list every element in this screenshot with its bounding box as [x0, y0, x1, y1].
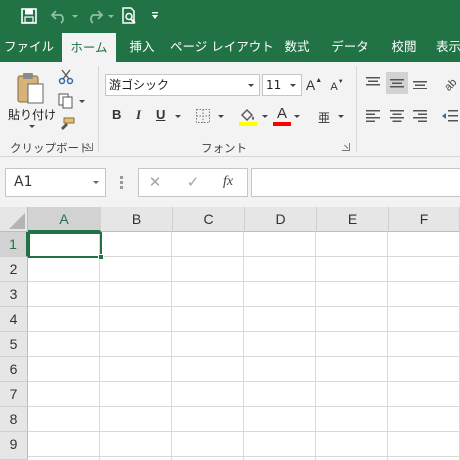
- tab-home[interactable]: ホーム: [62, 33, 116, 62]
- clipboard-launcher-icon[interactable]: [85, 143, 93, 151]
- print-preview-icon[interactable]: [118, 4, 140, 28]
- tab-insert[interactable]: 挿入: [120, 32, 164, 62]
- font-group-label: フォント: [201, 141, 247, 155]
- font-color-letter: A: [276, 105, 287, 122]
- fill-handle[interactable]: [98, 254, 104, 260]
- align-bottom-icon[interactable]: [411, 74, 429, 92]
- column-header-c[interactable]: C: [173, 207, 245, 232]
- row-header-9[interactable]: 9: [0, 432, 28, 460]
- quick-access-toolbar: [0, 0, 460, 32]
- borders-icon[interactable]: [193, 106, 213, 126]
- paste-label[interactable]: 貼り付け: [8, 106, 56, 123]
- phonetic-letter: 亜: [317, 110, 330, 125]
- font-color-dropdown-icon[interactable]: [294, 115, 300, 118]
- align-left-icon[interactable]: [364, 108, 382, 124]
- borders-dropdown-icon[interactable]: [218, 115, 224, 118]
- row-header-3[interactable]: 3: [0, 282, 28, 307]
- column-header-d[interactable]: D: [245, 207, 317, 232]
- undo-icon[interactable]: [48, 4, 70, 28]
- format-painter-icon[interactable]: [56, 115, 76, 135]
- cell-grid[interactable]: [28, 232, 460, 460]
- font-name-combo[interactable]: 游ゴシック: [105, 74, 260, 96]
- cancel-icon[interactable]: ✕: [146, 172, 164, 192]
- fill-color-dropdown-icon[interactable]: [262, 115, 268, 118]
- align-top-icon[interactable]: [364, 74, 382, 92]
- chevron-down-icon: [248, 84, 254, 87]
- underline-button[interactable]: U: [156, 107, 165, 122]
- font-name-value: 游ゴシック: [109, 78, 170, 92]
- tab-formulas[interactable]: 数式: [276, 32, 318, 62]
- row-header-7[interactable]: 7: [0, 382, 28, 407]
- redo-icon[interactable]: [84, 4, 106, 28]
- copy-dropdown-icon[interactable]: [79, 100, 85, 103]
- italic-button[interactable]: I: [136, 107, 141, 123]
- ribbon-home: 貼り付け クリップボード 游ゴシック 11 A ▲ A ▼ B I U A 亜 …: [0, 62, 460, 157]
- orientation-icon[interactable]: ab: [440, 72, 460, 94]
- chevron-down-icon: [93, 181, 99, 184]
- column-header-f[interactable]: F: [389, 207, 460, 232]
- chevron-down-icon: [290, 84, 296, 87]
- decrease-indent-icon[interactable]: [440, 108, 460, 124]
- align-middle-icon[interactable]: [386, 72, 408, 94]
- clipboard-group-label: クリップボード: [10, 141, 91, 155]
- row-header-4[interactable]: 4: [0, 307, 28, 332]
- insert-function-icon[interactable]: fx: [219, 172, 237, 192]
- row-header-6[interactable]: 6: [0, 357, 28, 382]
- underline-dropdown-icon[interactable]: [175, 115, 181, 118]
- enter-icon[interactable]: ✓: [184, 172, 202, 192]
- column-header-b[interactable]: B: [101, 207, 173, 232]
- group-separator: [98, 66, 99, 152]
- phonetic-guide-button[interactable]: 亜: [315, 106, 333, 128]
- column-header-e[interactable]: E: [317, 207, 389, 232]
- tab-file[interactable]: ファイル: [0, 32, 58, 62]
- undo-dropdown-icon[interactable]: [70, 4, 80, 28]
- paste-dropdown-icon[interactable]: [29, 125, 35, 128]
- phonetic-dropdown-icon[interactable]: [338, 115, 344, 118]
- row-header-5[interactable]: 5: [0, 332, 28, 357]
- formula-bar-grip[interactable]: [120, 176, 123, 189]
- save-icon[interactable]: [18, 4, 40, 28]
- bold-button[interactable]: B: [112, 107, 121, 122]
- grow-font-letter: A: [305, 77, 316, 93]
- ribbon-tabs: ファイル ホーム 挿入 ページ レイアウト 数式 データ 校閲 表示: [0, 32, 460, 62]
- cut-icon[interactable]: [56, 67, 76, 87]
- font-launcher-icon[interactable]: [342, 143, 350, 151]
- tab-review[interactable]: 校閲: [382, 32, 426, 62]
- formula-input[interactable]: [251, 168, 460, 197]
- name-box[interactable]: A1: [5, 168, 106, 197]
- row-header-1[interactable]: 1: [0, 232, 28, 257]
- tab-page-layout[interactable]: ページ レイアウト: [170, 32, 274, 62]
- active-cell-a1[interactable]: [28, 232, 102, 258]
- align-center-icon[interactable]: [388, 108, 406, 124]
- grow-font-button[interactable]: A ▲: [306, 74, 322, 96]
- font-color-swatch: [273, 122, 291, 126]
- customize-qat-icon[interactable]: [148, 4, 162, 28]
- redo-dropdown-icon[interactable]: [106, 4, 116, 28]
- fill-color-icon[interactable]: [237, 105, 259, 127]
- row-header-8[interactable]: 8: [0, 407, 28, 432]
- name-box-value: A1: [14, 174, 33, 190]
- tab-view[interactable]: 表示: [436, 32, 460, 62]
- row-header-2[interactable]: 2: [0, 257, 28, 282]
- copy-icon[interactable]: [56, 91, 76, 111]
- font-size-combo[interactable]: 11: [262, 74, 302, 96]
- shrink-font-letter: A: [330, 81, 338, 93]
- font-color-button[interactable]: A: [272, 104, 292, 128]
- svg-text:ab: ab: [442, 76, 458, 91]
- font-size-value: 11: [266, 78, 282, 92]
- column-header-a[interactable]: A: [28, 207, 101, 232]
- paste-icon[interactable]: [12, 68, 48, 108]
- tab-data[interactable]: データ: [326, 32, 374, 62]
- select-all-button[interactable]: [0, 207, 28, 232]
- shrink-font-button[interactable]: A ▼: [329, 76, 345, 98]
- group-separator: [356, 66, 357, 152]
- align-right-icon[interactable]: [411, 108, 429, 124]
